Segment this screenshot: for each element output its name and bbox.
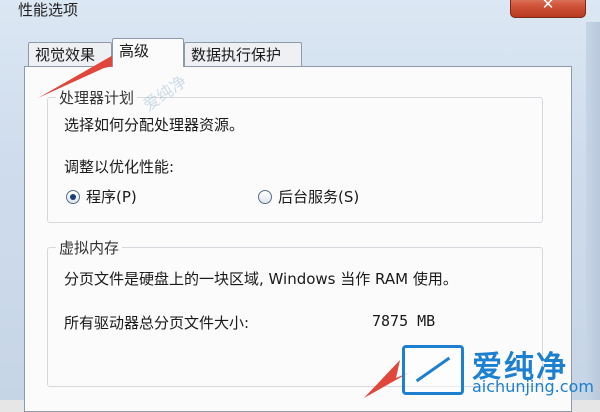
processor-scheduling-group: 处理器计划 选择如何分配处理器资源。 调整以优化性能: 程序(P) 后台服务(S… [47,87,543,223]
virtual-memory-group: 虚拟内存 分页文件是硬盘上的一块区域, Windows 当作 RAM 使用。 所… [47,237,543,387]
processor-description: 选择如何分配处理器资源。 [64,116,245,134]
close-icon: ✕ [541,0,555,13]
window-title: 性能选项 [18,1,79,19]
window-frame-right [586,22,600,400]
virtual-memory-description: 分页文件是硬盘上的一块区域, Windows 当作 RAM 使用。 [64,270,458,288]
paging-file-total-label: 所有驱动器总分页文件大小: [64,314,250,332]
tab-data-execution-prevention[interactable]: 数据执行保护 [184,42,302,66]
paging-file-total-value: 7875 MB [372,312,436,330]
watermark-url: aichunjing.com [472,377,594,396]
programs-radio-label[interactable]: 程序(P) [86,186,137,207]
watermark-logo-icon [402,345,464,395]
programs-radio[interactable] [66,190,80,204]
tab-advanced[interactable]: 高级 [112,38,184,67]
adjust-performance-label: 调整以优化性能: [64,158,175,176]
close-button[interactable]: ✕ [510,0,586,18]
background-services-radio-label[interactable]: 后台服务(S) [278,186,359,207]
background-services-radio[interactable] [258,190,272,204]
virtual-memory-legend: 虚拟内存 [56,237,123,258]
